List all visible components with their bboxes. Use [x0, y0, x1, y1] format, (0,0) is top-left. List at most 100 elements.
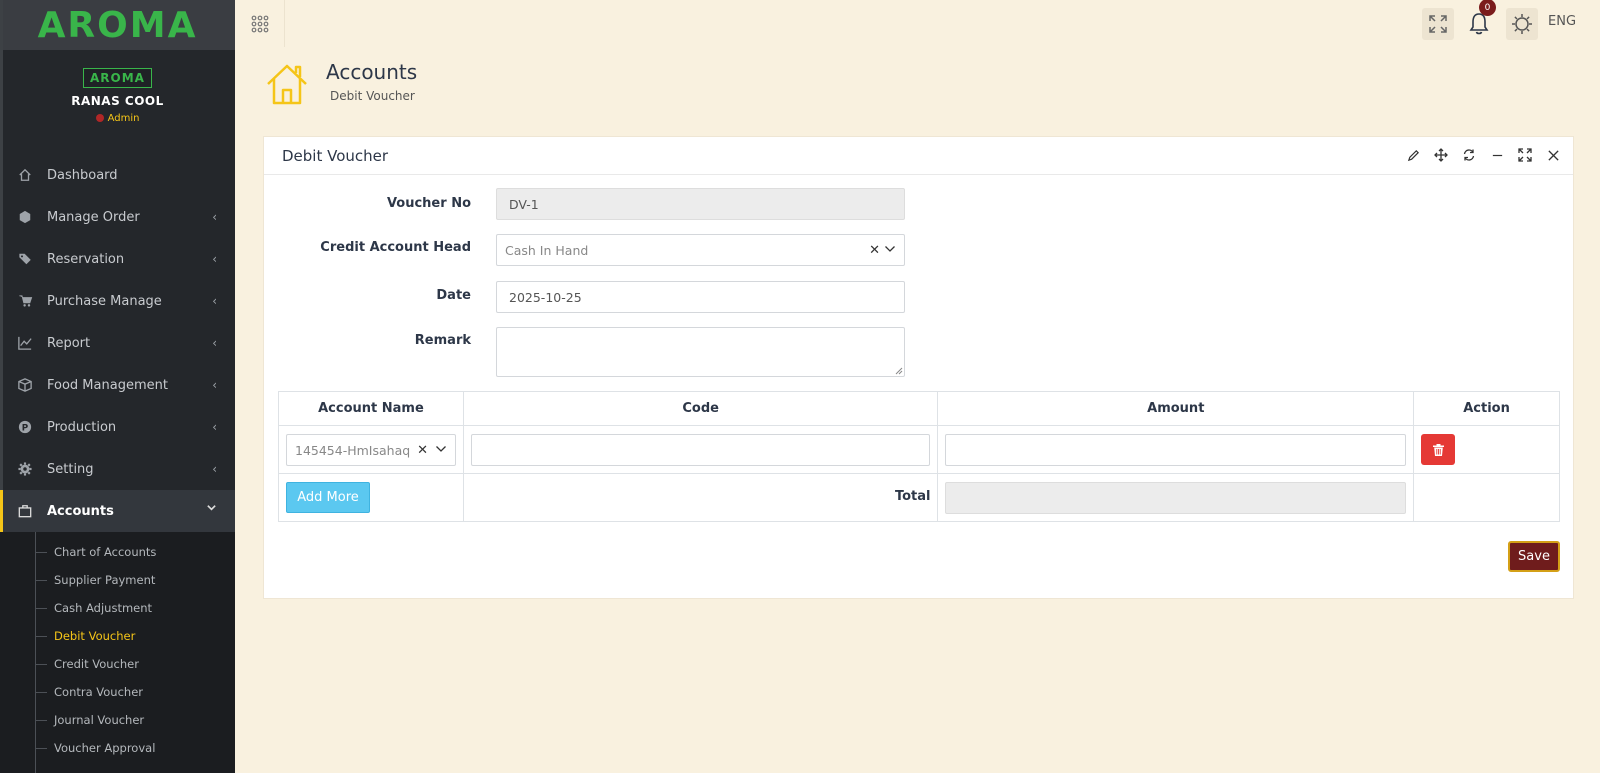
cart-icon: [17, 293, 33, 309]
sidebar: AROMA AROMA RANAS COOL Admin Dashboard M…: [0, 0, 235, 773]
empty-action-cell: [1413, 473, 1560, 522]
svg-text:P: P: [22, 424, 29, 434]
clear-selection-icon[interactable]: ✕: [417, 443, 428, 458]
date-field[interactable]: 2025-10-25: [496, 281, 905, 313]
submenu-item-voucher-approval[interactable]: Voucher Approval: [0, 734, 235, 762]
submenu-item-supplier-payment[interactable]: Supplier Payment: [0, 566, 235, 594]
page-subtitle: Debit Voucher: [330, 89, 415, 103]
close-icon[interactable]: [1545, 147, 1561, 163]
action-cell: [1413, 425, 1560, 474]
brand-logo[interactable]: AROMA: [38, 5, 198, 46]
page-title: Accounts: [326, 60, 418, 84]
sidebar-item-label: Setting: [47, 461, 94, 477]
column-header-account-name: Account Name: [278, 391, 464, 426]
sidebar-item-production[interactable]: P Production ‹: [0, 406, 235, 448]
maximize-icon[interactable]: [1517, 147, 1533, 163]
sidebar-item-label: Accounts: [47, 503, 114, 519]
sun-gear-icon: [1512, 14, 1532, 34]
amount-input[interactable]: [945, 434, 1407, 466]
clear-selection-icon[interactable]: ✕: [869, 243, 880, 258]
submenu-item-debit-voucher[interactable]: Debit Voucher: [0, 622, 235, 650]
profile-avatar-logo: AROMA: [83, 68, 152, 88]
chevron-down-icon[interactable]: [884, 243, 896, 258]
panel-header: Debit Voucher: [264, 137, 1573, 175]
briefcase-icon: [17, 503, 33, 519]
sidebar-item-dashboard[interactable]: Dashboard: [0, 154, 235, 196]
sidebar-item-label: Reservation: [47, 251, 125, 267]
submenu-item-contra-voucher[interactable]: Contra Voucher: [0, 678, 235, 706]
status-dot-icon: [95, 114, 104, 122]
submenu-item-cash-adjustment[interactable]: Cash Adjustment: [0, 594, 235, 622]
notification-count-badge: 0: [1479, 0, 1496, 16]
language-selector[interactable]: ENG: [1548, 14, 1576, 29]
code-input[interactable]: [470, 434, 931, 466]
chevron-left-icon: ‹: [212, 462, 217, 476]
total-label: Total: [894, 489, 931, 504]
move-icon[interactable]: [1433, 147, 1449, 163]
submenu-item-chart-of-accounts[interactable]: Chart of Accounts: [0, 538, 235, 566]
gear-icon: [17, 461, 33, 477]
chevron-down-icon[interactable]: [435, 443, 447, 458]
chevron-down-icon: [206, 502, 217, 516]
sidebar-item-setting[interactable]: Setting ‹: [0, 448, 235, 490]
voucher-entries-table: Account Name Code Amount Action 145454-H…: [278, 391, 1560, 522]
panel-title: Debit Voucher: [282, 146, 389, 165]
add-more-button[interactable]: Add More: [286, 482, 370, 513]
credit-account-head-value: Cash In Hand: [505, 242, 589, 258]
chevron-left-icon: ‹: [212, 420, 217, 434]
minimize-icon[interactable]: [1489, 147, 1505, 163]
voucher-no-label: Voucher No: [386, 196, 471, 211]
account-name-select[interactable]: 145454-HmIsahaq ✕: [286, 434, 456, 466]
code-cell: [462, 425, 939, 474]
total-label-cell: Total: [462, 473, 939, 522]
profile-name: RANAS COOL: [71, 94, 164, 108]
column-header-code: Code: [462, 391, 939, 426]
chevron-left-icon: ‹: [212, 294, 217, 308]
chart-line-icon: [17, 335, 33, 351]
remark-textarea[interactable]: [496, 327, 905, 377]
account-name-value: 145454-HmIsahaq: [295, 442, 411, 458]
notifications-button[interactable]: 0: [1463, 0, 1496, 40]
submenu-item-credit-voucher[interactable]: Credit Voucher: [0, 650, 235, 678]
sidebar-item-label: Report: [47, 335, 91, 351]
sidebar-item-label: Production: [47, 419, 117, 435]
table-row: 145454-HmIsahaq ✕: [278, 425, 1560, 474]
save-button[interactable]: Save: [1508, 541, 1560, 572]
apps-grid-button[interactable]: [235, 0, 285, 47]
sidebar-item-label: Purchase Manage: [47, 293, 162, 309]
remark-label: Remark: [414, 333, 471, 348]
credit-account-head-select[interactable]: Cash In Hand ✕: [496, 234, 905, 266]
top-navbar: 0 ENG: [235, 0, 1600, 47]
accounts-submenu: Chart of Accounts Supplier Payment Cash …: [0, 532, 235, 773]
settings-button[interactable]: [1506, 8, 1538, 40]
add-more-cell: Add More: [278, 473, 464, 522]
sidebar-menu: Dashboard Manage Order ‹ Reservation ‹ P…: [0, 154, 235, 532]
table-footer-row: Add More Total: [278, 473, 1560, 522]
amount-cell: [937, 425, 1415, 474]
panel-toolbar: [1405, 147, 1561, 163]
user-profile: AROMA RANAS COOL Admin: [0, 50, 235, 138]
box-icon: [17, 377, 33, 393]
edit-icon[interactable]: [1405, 147, 1421, 163]
submenu-item-journal-voucher[interactable]: Journal Voucher: [0, 706, 235, 734]
chevron-left-icon: ‹: [212, 252, 217, 266]
sidebar-item-manage-order[interactable]: Manage Order ‹: [0, 196, 235, 238]
trash-icon: [1432, 443, 1444, 456]
sidebar-item-report[interactable]: Report ‹: [0, 322, 235, 364]
date-label: Date: [436, 288, 471, 303]
fullscreen-button[interactable]: [1422, 8, 1454, 40]
sidebar-item-food-management[interactable]: Food Management ‹: [0, 364, 235, 406]
sidebar-item-reservation[interactable]: Reservation ‹: [0, 238, 235, 280]
debit-voucher-panel: Debit Voucher Voucher No DV-1 Credit Acc…: [263, 136, 1574, 599]
total-amount-field: [945, 482, 1407, 514]
delete-row-button[interactable]: [1421, 434, 1456, 465]
chevron-left-icon: ‹: [212, 336, 217, 350]
sidebar-item-accounts[interactable]: Accounts: [0, 490, 235, 532]
account-name-cell: 145454-HmIsahaq ✕: [278, 425, 464, 474]
sidebar-item-purchase-manage[interactable]: Purchase Manage ‹: [0, 280, 235, 322]
brand-logo-bar[interactable]: AROMA: [0, 0, 235, 50]
tags-icon: [17, 251, 33, 267]
refresh-icon[interactable]: [1461, 147, 1477, 163]
sidebar-item-label: Food Management: [47, 377, 168, 393]
resize-handle-icon[interactable]: [895, 367, 903, 375]
